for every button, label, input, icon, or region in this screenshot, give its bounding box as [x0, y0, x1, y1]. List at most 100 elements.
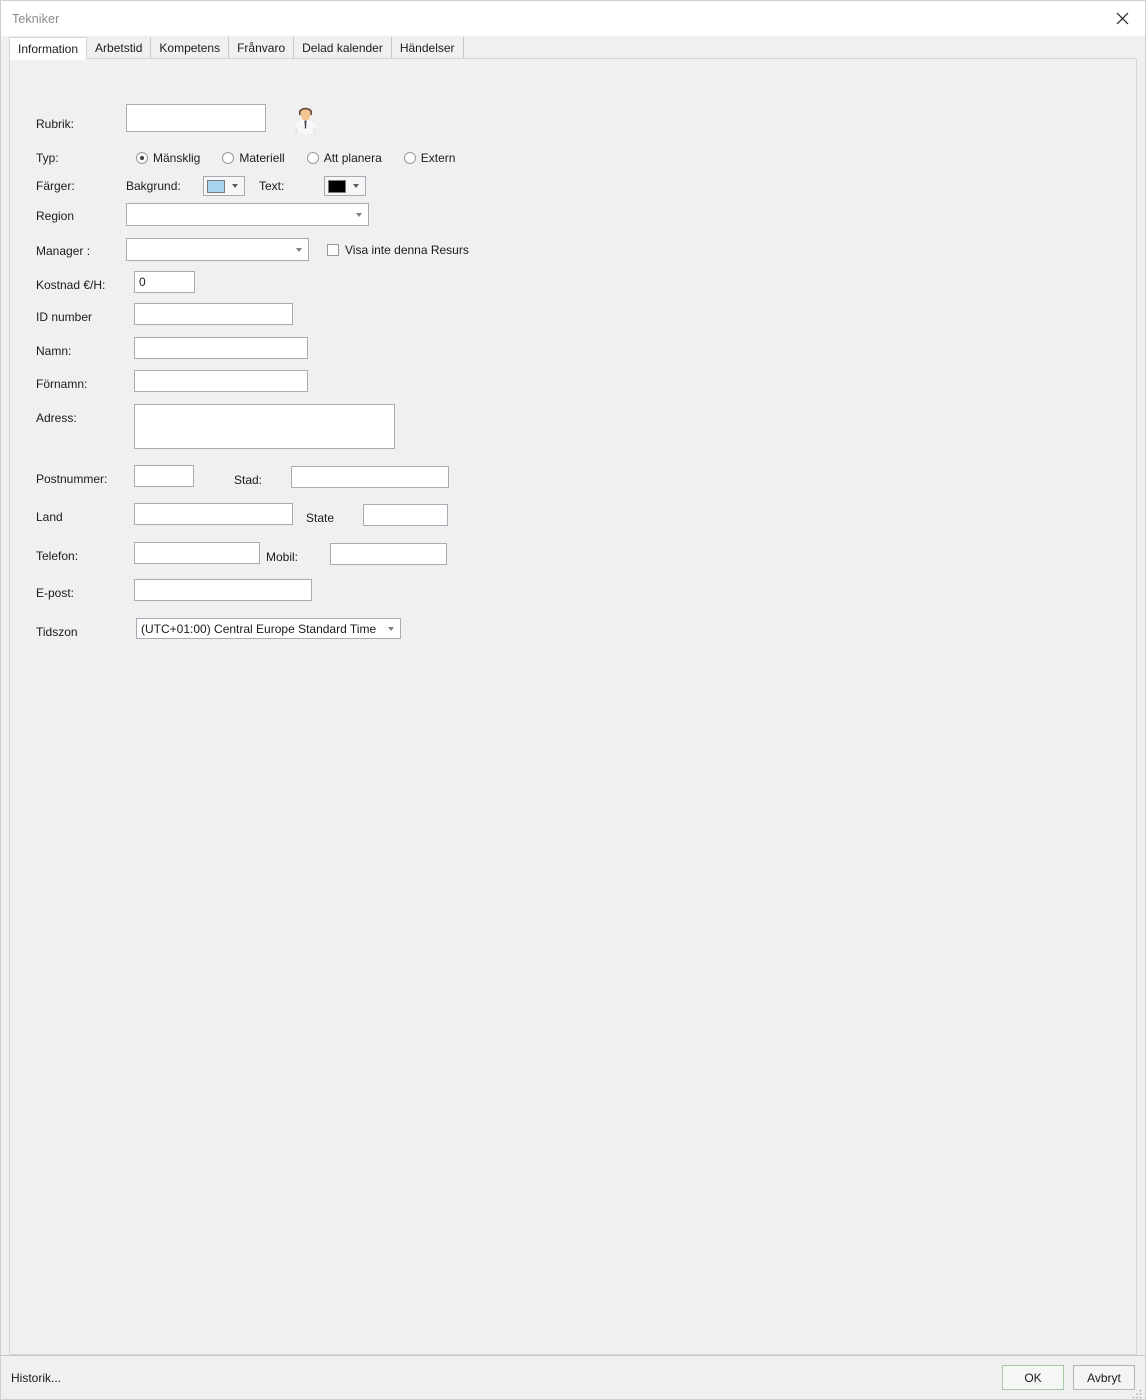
hide-resource-label: Visa inte denna Resurs [345, 243, 469, 257]
rubrik-label-wrap: Rubrik: [36, 117, 74, 131]
telefon-label-wrap: Telefon: [36, 549, 78, 563]
tidszon-label-wrap: Tidszon [36, 625, 78, 639]
region-label-wrap: Region [36, 209, 74, 223]
region-combobox[interactable] [126, 203, 369, 226]
cancel-button-label: Avbryt [1087, 1370, 1121, 1385]
chevron-down-icon [356, 212, 362, 217]
manager-label: Manager : [36, 244, 91, 258]
chevron-down-icon [296, 247, 302, 252]
id-number-label-wrap: ID number [36, 310, 92, 324]
land-input[interactable] [134, 503, 293, 525]
stad-label-wrap: Stad: [234, 473, 262, 487]
footer-buttons: OK Avbryt [1002, 1365, 1135, 1390]
text-color-label-wrap: Text: [259, 179, 284, 193]
epost-input[interactable] [134, 579, 312, 601]
rubrik-label: Rubrik: [36, 117, 75, 131]
radio-label: Extern [420, 151, 456, 165]
postnummer-label: Postnummer: [36, 472, 108, 486]
radio-icon [403, 152, 416, 164]
radio-icon [306, 152, 319, 164]
fornamn-input[interactable] [134, 370, 308, 392]
ok-button-label: OK [1024, 1370, 1042, 1385]
radio-label: Att planera [323, 151, 382, 165]
stad-input[interactable] [291, 466, 449, 488]
resize-grip[interactable] [1132, 1386, 1142, 1399]
adress-label-wrap: Adress: [36, 411, 77, 425]
postnummer-input[interactable] [134, 465, 194, 487]
manager-label-wrap: Manager : [36, 244, 90, 258]
adress-label: Adress: [36, 411, 77, 425]
mobil-label-wrap: Mobil: [266, 550, 298, 564]
tidszon-value: (UTC+01:00) Central Europe Standard Time [141, 621, 377, 636]
farger-label-wrap: Färger: [36, 179, 75, 193]
person-avatar-icon [292, 103, 319, 134]
region-label: Region [36, 209, 75, 223]
tab-arbetstid[interactable]: Arbetstid [87, 37, 152, 59]
telefon-input[interactable] [134, 542, 260, 564]
tab-label: Information [18, 41, 79, 56]
tab-information[interactable]: Information [9, 37, 88, 60]
chevron-down-icon [388, 626, 394, 631]
tab-label: Arbetstid [95, 41, 143, 55]
fornamn-label: Förnamn: [36, 377, 88, 391]
radio-selected-icon [136, 152, 148, 164]
farger-label: Färger: [36, 179, 75, 193]
historik-link[interactable]: Historik... [11, 1371, 61, 1385]
typ-label: Typ: [36, 151, 59, 165]
tidszon-combobox[interactable]: (UTC+01:00) Central Europe Standard Time [136, 618, 401, 639]
close-icon [1116, 12, 1129, 25]
telefon-label: Telefon: [36, 549, 79, 563]
epost-label-wrap: E-post: [36, 586, 74, 600]
bakgrund-label-wrap: Bakgrund: [126, 179, 181, 193]
tab-strip: Information Arbetstid Kompetens Frånvaro… [1, 36, 1145, 60]
bakgrund-color-swatch [207, 179, 225, 193]
manager-combobox[interactable] [126, 238, 309, 261]
cancel-button[interactable]: Avbryt [1073, 1365, 1135, 1390]
rubrik-input[interactable] [126, 104, 266, 132]
tab-label: Delad kalender [302, 41, 383, 55]
radio-icon [222, 152, 235, 164]
state-input[interactable] [363, 504, 448, 526]
radio-extern[interactable]: Extern [403, 151, 456, 165]
postnummer-label-wrap: Postnummer: [36, 472, 107, 486]
radio-label: Mänsklig [153, 151, 201, 165]
typ-radio-group: Mänsklig Materiell Att planera Extern [136, 151, 477, 165]
radio-label: Materiell [239, 151, 285, 165]
typ-label-wrap: Typ: [36, 151, 59, 165]
text-color-label: Text: [259, 179, 285, 193]
namn-label: Namn: [36, 344, 72, 358]
bakgrund-color-picker[interactable] [203, 176, 245, 196]
ok-button[interactable]: OK [1002, 1365, 1064, 1390]
text-color-swatch [328, 179, 346, 193]
radio-att-planera[interactable]: Att planera [306, 151, 382, 165]
checkbox-icon [327, 244, 339, 256]
title-bar: Tekniker [1, 1, 1145, 36]
land-label: Land [36, 510, 63, 524]
chevron-down-icon [353, 184, 359, 188]
tab-delad-kalender[interactable]: Delad kalender [294, 37, 392, 59]
mobil-label: Mobil: [266, 550, 299, 564]
hide-resource-checkbox[interactable]: Visa inte denna Resurs [327, 243, 469, 257]
tab-franvaro[interactable]: Frånvaro [229, 37, 295, 59]
tab-kompetens[interactable]: Kompetens [151, 37, 230, 59]
namn-label-wrap: Namn: [36, 344, 71, 358]
bakgrund-label: Bakgrund: [126, 179, 181, 193]
tab-handelser[interactable]: Händelser [392, 37, 464, 59]
id-number-input[interactable] [134, 303, 293, 325]
tekniker-dialog: Tekniker Information Arbetstid Kompetens… [0, 0, 1146, 1400]
radio-materiell[interactable]: Materiell [222, 151, 285, 165]
tab-label: Händelser [399, 41, 455, 55]
fornamn-label-wrap: Förnamn: [36, 377, 87, 391]
id-number-label: ID number [36, 310, 93, 324]
epost-label: E-post: [36, 586, 75, 600]
tab-label: Frånvaro [237, 41, 286, 55]
text-color-picker[interactable] [324, 176, 366, 196]
dialog-footer: Historik... OK Avbryt [1, 1355, 1145, 1399]
resource-form: Rubrik: Typ: Mänsklig Materiell Att plan… [10, 59, 1136, 1354]
namn-input[interactable] [134, 337, 308, 359]
radio-manskligt[interactable]: Mänsklig [136, 151, 200, 165]
close-button[interactable] [1100, 1, 1145, 35]
kostnad-input[interactable] [134, 271, 195, 293]
mobil-input[interactable] [330, 543, 447, 565]
adress-textarea[interactable] [134, 404, 395, 449]
